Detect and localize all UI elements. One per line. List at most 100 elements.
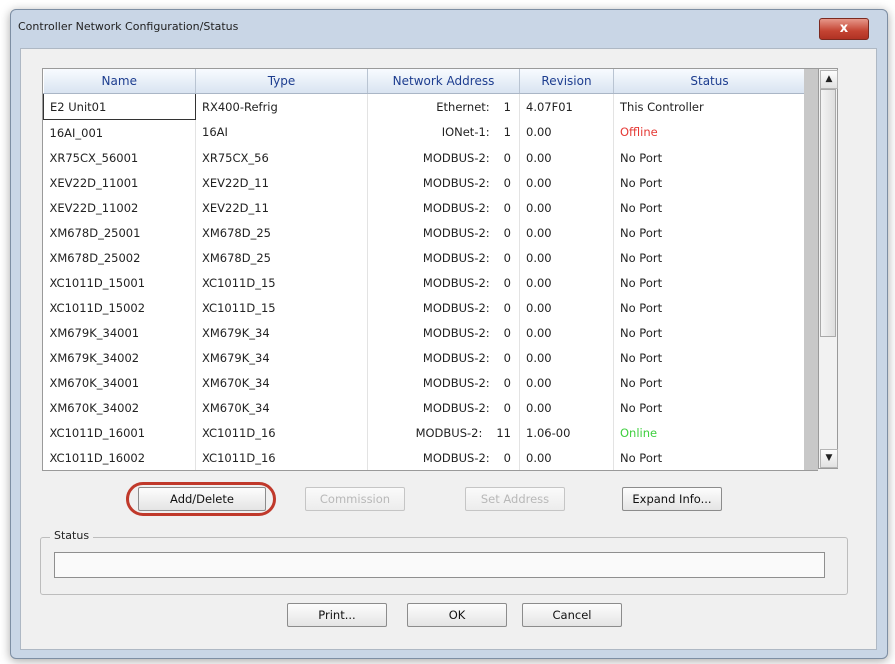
cell-revision: 4.07F01 (519, 93, 614, 120)
cell-name: XC1011D_15002 (43, 295, 196, 320)
cancel-button[interactable]: Cancel (522, 603, 622, 627)
table-row[interactable]: XM679K_34002 XM679K_34 MODBUS-2: 0 0.00 No Po… (43, 345, 805, 370)
cell-network-address: MODBUS-2: 0 (367, 320, 520, 345)
cell-status: No Port (613, 295, 805, 320)
cell-name: XC1011D_16002 (43, 445, 196, 470)
network-address-number: 0 (503, 450, 511, 465)
network-name: MODBUS-2: (422, 250, 490, 265)
cell-status: This Controller (613, 93, 805, 120)
table-row[interactable]: XM670K_34001 XM670K_34 MODBUS-2: 0 0.00 No Po… (43, 370, 805, 395)
cell-type: XM670K_34 (195, 395, 368, 420)
network-address-number: 0 (503, 350, 511, 365)
close-icon: x (839, 21, 849, 36)
cell-revision: 0.00 (519, 370, 614, 395)
ok-button[interactable]: OK (407, 603, 507, 627)
network-name: MODBUS-2: (422, 375, 490, 390)
table-row[interactable]: XC1011D_16002 XC1011D_16 MODBUS-2: 0 0.00 No … (43, 445, 805, 470)
cell-revision: 1.06-00 (519, 420, 614, 445)
scroll-down-button[interactable]: ▼ (820, 449, 838, 468)
commission-button[interactable]: Commission (305, 487, 405, 511)
column-header-name[interactable]: Name (43, 69, 196, 94)
cell-type: XM670K_34 (195, 370, 368, 395)
table-row[interactable]: XM678D_25001 XM678D_25 MODBUS-2: 0 0.00 No Po… (43, 220, 805, 245)
cell-type: 16AI (195, 119, 368, 145)
table-row[interactable]: XM678D_25002 XM678D_25 MODBUS-2: 0 0.00 No Po… (43, 245, 805, 270)
table-row[interactable]: XEV22D_11001 XEV22D_11 MODBUS-2: 0 0.00 No Po… (43, 170, 805, 195)
column-header-revision[interactable]: Revision (519, 69, 614, 94)
scroll-up-button[interactable]: ▲ (820, 70, 838, 89)
cell-status: No Port (613, 395, 805, 420)
cell-network-address: MODBUS-2: 0 (367, 270, 520, 295)
cell-revision: 0.00 (519, 270, 614, 295)
vertical-scrollbar[interactable]: ▲ ▼ (818, 68, 838, 469)
table-row[interactable]: XC1011D_15001 XC1011D_15 MODBUS-2: 0 0.00 No … (43, 270, 805, 295)
cell-revision: 0.00 (519, 295, 614, 320)
network-name: MODBUS-2: (422, 225, 490, 240)
scroll-thumb[interactable] (820, 89, 836, 337)
network-address-number: 0 (503, 175, 511, 190)
cell-status: No Port (613, 345, 805, 370)
cell-network-address: Ethernet: 1 (367, 93, 520, 120)
cell-network-address: MODBUS-2: 0 (367, 220, 520, 245)
table-row[interactable]: XM670K_34002 XM670K_34 MODBUS-2: 0 0.00 No Po… (43, 395, 805, 420)
cell-network-address: MODBUS-2: 0 (367, 145, 520, 170)
network-name: MODBUS-2: (422, 350, 490, 365)
network-name: MODBUS-2: (422, 150, 490, 165)
column-header-network-address[interactable]: Network Address (367, 69, 520, 94)
cell-type: XC1011D_15 (195, 270, 368, 295)
table-row[interactable]: E2 Unit01 RX400-Refrig Ethernet: 1 4.07F01 Th… (43, 93, 805, 120)
cell-network-address: MODBUS-2: 0 (367, 170, 520, 195)
network-address-number: 1 (503, 99, 511, 114)
network-address-number: 0 (503, 200, 511, 215)
network-address-number: 0 (503, 150, 511, 165)
cell-type: XEV22D_11 (195, 170, 368, 195)
print-button[interactable]: Print... (287, 603, 387, 627)
cell-name: XC1011D_16001 (43, 420, 196, 445)
table-row[interactable]: XEV22D_11002 XEV22D_11 MODBUS-2: 0 0.00 No Po… (43, 195, 805, 220)
table-row[interactable]: 16AI_001 16AI IONet-1: 1 0.00 Offline (43, 119, 805, 145)
cell-type: XC1011D_15 (195, 295, 368, 320)
cell-type: XR75CX_56 (195, 145, 368, 170)
cell-revision: 0.00 (519, 119, 614, 145)
cell-network-address: MODBUS-2: 0 (367, 370, 520, 395)
cell-status: No Port (613, 270, 805, 295)
network-address-number: 0 (503, 275, 511, 290)
cell-network-address: MODBUS-2: 0 (367, 245, 520, 270)
cell-network-address: MODBUS-2: 0 (367, 345, 520, 370)
cell-network-address: IONet-1: 1 (367, 119, 520, 145)
cell-name: 16AI_001 (43, 119, 196, 145)
expand-info-button[interactable]: Expand Info... (622, 487, 722, 511)
cell-revision: 0.00 (519, 445, 614, 470)
table-row[interactable]: XM679K_34001 XM679K_34 MODBUS-2: 0 0.00 No Po… (43, 320, 805, 345)
column-header-type[interactable]: Type (195, 69, 368, 94)
status-field (54, 552, 825, 578)
cell-type: XM679K_34 (195, 320, 368, 345)
network-name: Ethernet: (436, 99, 490, 114)
add-delete-button[interactable]: Add/Delete (138, 487, 266, 511)
table-row[interactable]: XC1011D_16001 XC1011D_16 MODBUS-2: 11 1.06-0… (43, 420, 805, 445)
network-name: MODBUS-2: (422, 275, 490, 290)
cell-status: No Port (613, 170, 805, 195)
controller-table: Name Type Network Address Revision Statu… (42, 68, 806, 471)
cell-type: XM678D_25 (195, 220, 368, 245)
network-address-number: 0 (503, 325, 511, 340)
chevron-up-icon: ▲ (825, 74, 833, 84)
network-name: MODBUS-2: (422, 325, 490, 340)
table-row[interactable]: XR75CX_56001 XR75CX_56 MODBUS-2: 0 0.00 No Po… (43, 145, 805, 170)
set-address-button[interactable]: Set Address (465, 487, 565, 511)
table-row[interactable]: XC1011D_15002 XC1011D_15 MODBUS-2: 0 0.00 No … (43, 295, 805, 320)
cell-name: XM678D_25002 (43, 245, 196, 270)
close-button[interactable]: x (819, 18, 869, 40)
cell-name: XEV22D_11002 (43, 195, 196, 220)
cell-revision: 0.00 (519, 320, 614, 345)
cell-type: XC1011D_16 (195, 420, 368, 445)
cell-status: Offline (613, 119, 805, 145)
cell-type: RX400-Refrig (195, 93, 368, 120)
cell-revision: 0.00 (519, 145, 614, 170)
cell-revision: 0.00 (519, 395, 614, 420)
network-name: MODBUS-2: (415, 425, 483, 440)
cell-revision: 0.00 (519, 195, 614, 220)
column-header-status[interactable]: Status (613, 69, 805, 94)
network-address-number: 0 (503, 400, 511, 415)
cell-revision: 0.00 (519, 345, 614, 370)
